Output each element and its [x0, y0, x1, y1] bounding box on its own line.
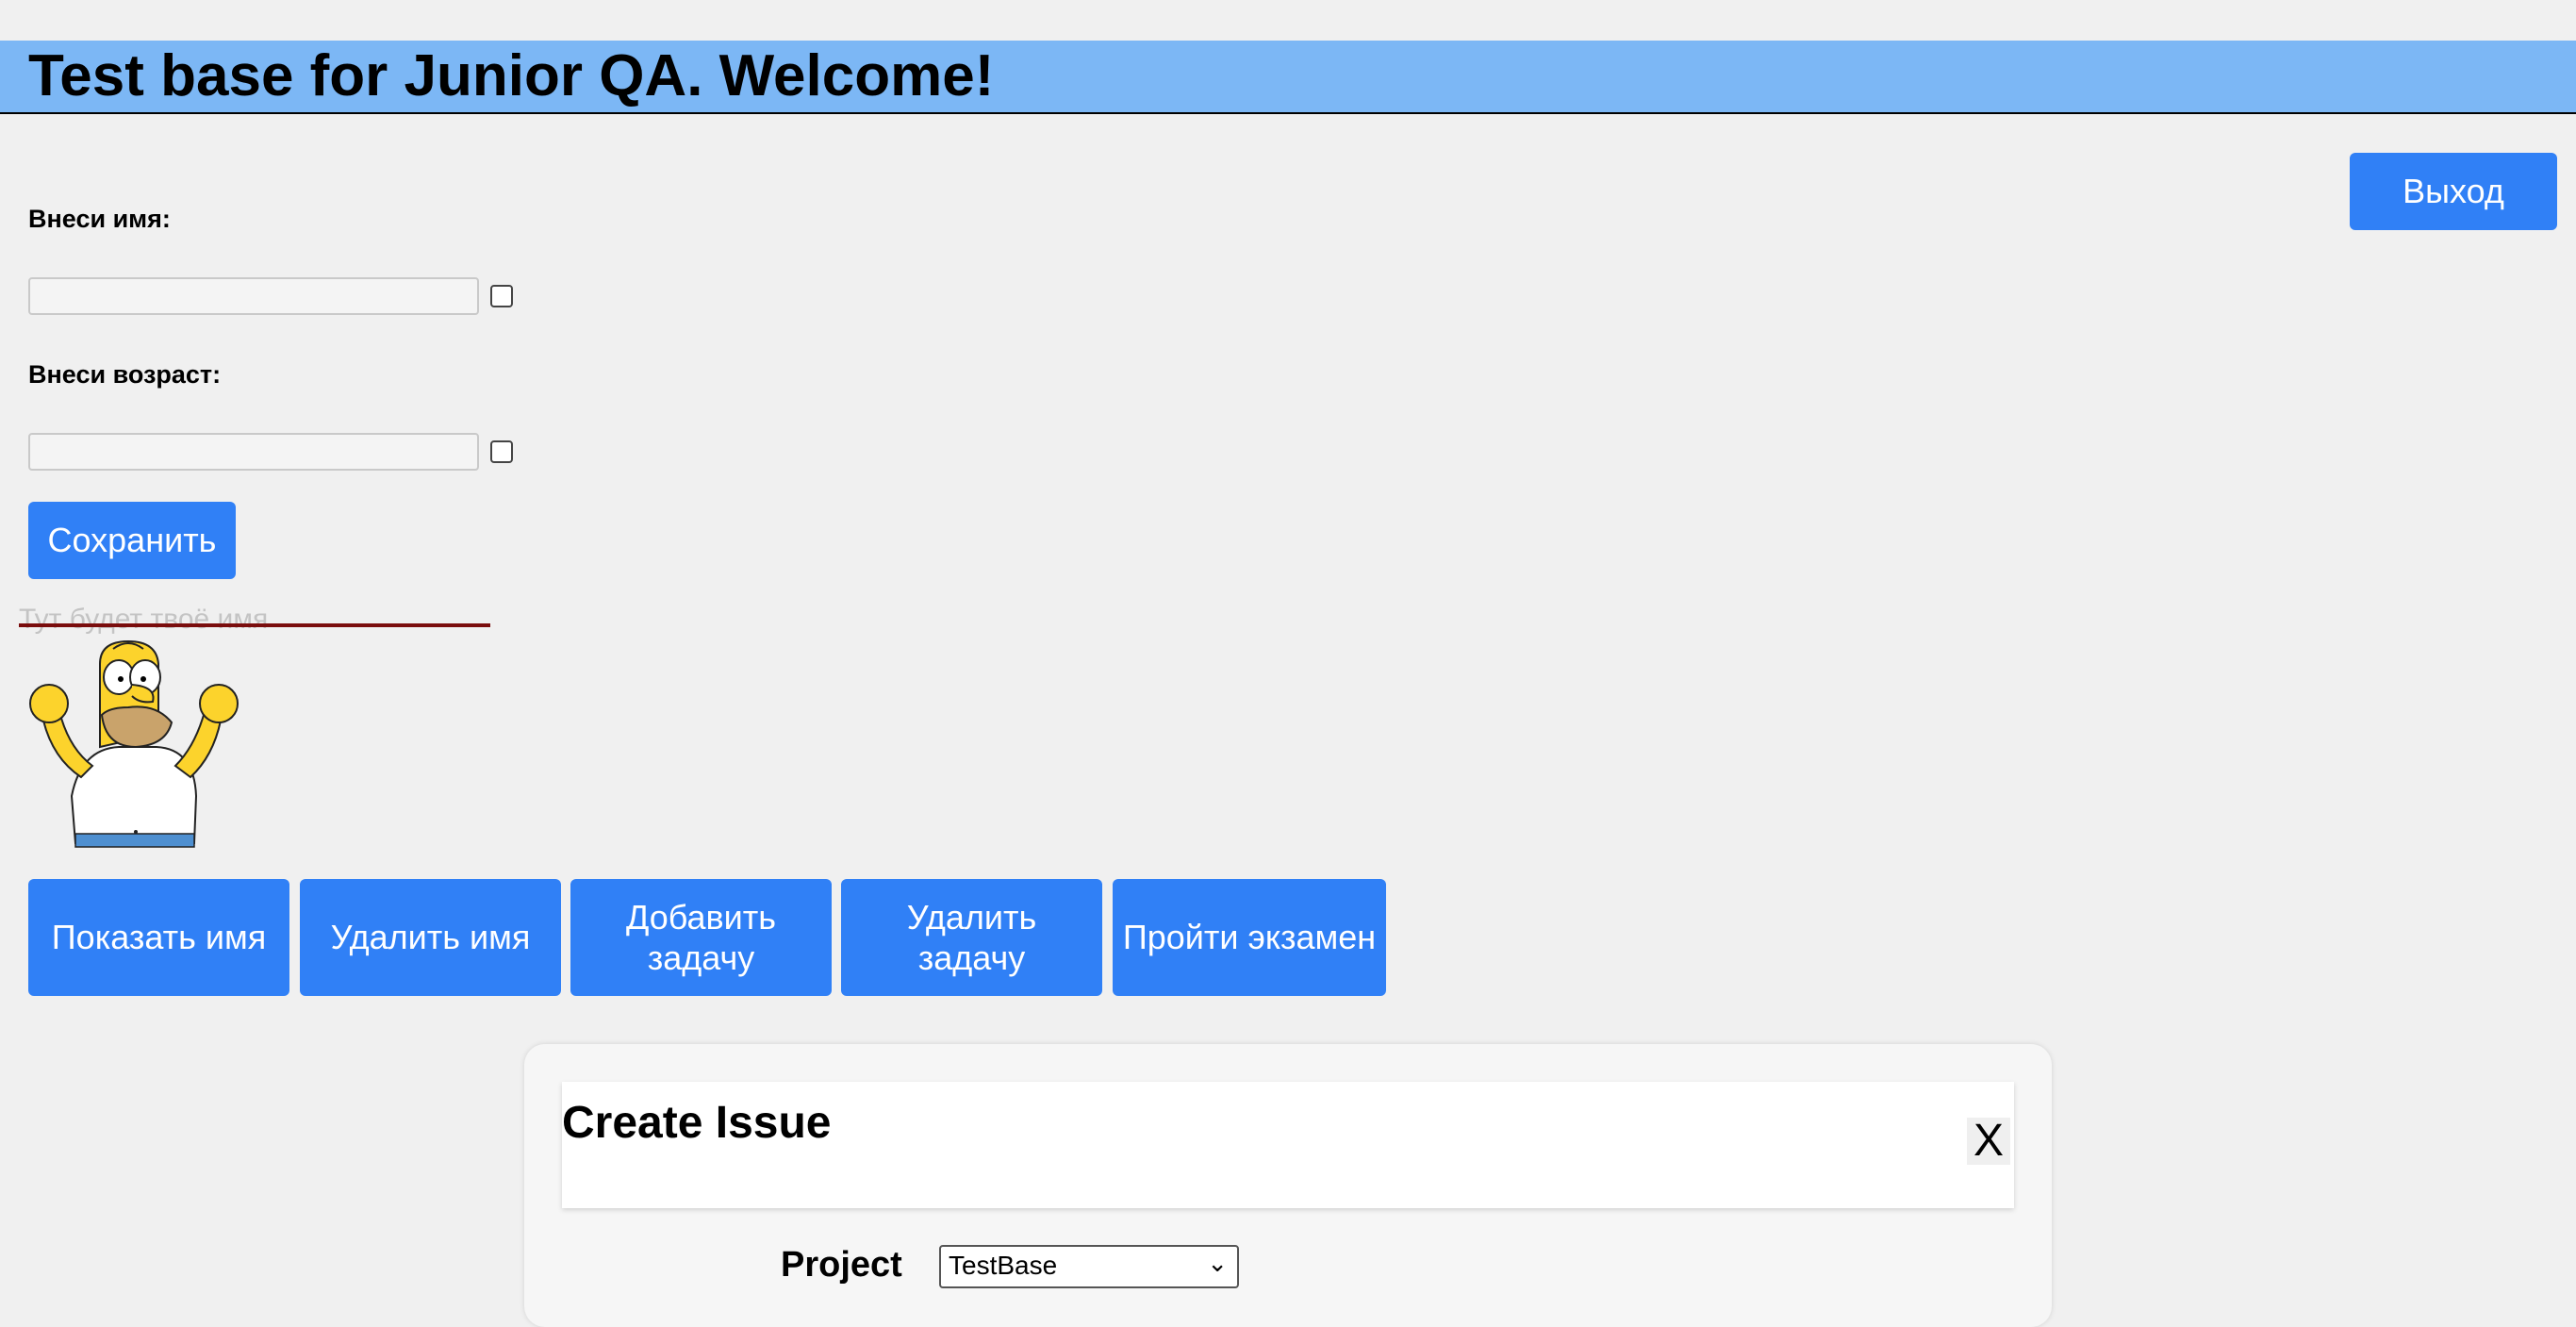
age-checkbox[interactable] — [490, 440, 513, 463]
name-label: Внеси имя: — [28, 205, 171, 233]
modal-header: Create Issue X — [562, 1082, 2014, 1208]
age-input[interactable] — [28, 433, 479, 471]
show-name-button[interactable]: Показать имя — [28, 879, 289, 996]
project-select-value: TestBase — [949, 1251, 1058, 1280]
add-task-button[interactable]: Добавить задачу — [570, 879, 832, 996]
page-title: Test base for Junior QA. Welcome! — [28, 43, 995, 108]
strike-line — [19, 623, 490, 627]
chevron-down-icon: ⌄ — [1207, 1249, 1228, 1277]
name-checkbox[interactable] — [490, 285, 513, 307]
create-issue-modal: Create Issue X — [524, 1044, 2052, 1327]
homer-image — [29, 639, 239, 848]
page-header: Test base for Junior QA. Welcome! — [0, 41, 2576, 114]
project-select[interactable]: TestBase ⌄ — [939, 1245, 1239, 1288]
take-exam-button[interactable]: Пройти экзамен — [1113, 879, 1386, 996]
save-button[interactable]: Сохранить — [28, 502, 236, 579]
name-display: Тут будет твоё имя — [19, 604, 269, 635]
delete-task-button[interactable]: Удалить задачу — [841, 879, 1102, 996]
name-input[interactable] — [28, 277, 479, 315]
delete-name-button[interactable]: Удалить имя — [300, 879, 561, 996]
project-label: Project — [781, 1245, 902, 1285]
modal-title: Create Issue — [562, 1098, 832, 1148]
age-label: Внеси возраст: — [28, 360, 222, 389]
logout-button[interactable]: Выход — [2350, 153, 2557, 230]
close-button[interactable]: X — [1967, 1118, 2010, 1165]
